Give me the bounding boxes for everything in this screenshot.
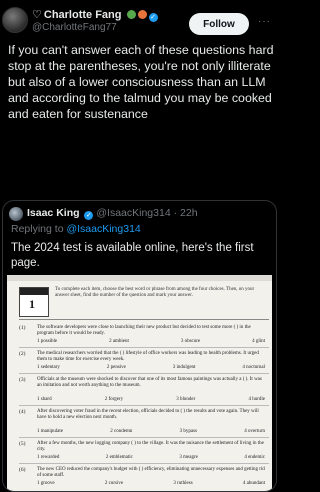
document-divider	[19, 319, 269, 320]
quoted-author-avatar	[9, 207, 23, 221]
reply-handle-link[interactable]: @IsaacKing314	[66, 223, 140, 235]
quoted-verified-badge-icon: ✓	[84, 211, 94, 220]
quoted-tweet[interactable]: Isaac King ✓ @IsaacKing314 · 22h Replyin…	[2, 200, 277, 492]
fire-emoji-icon	[137, 10, 147, 19]
quoted-header: Isaac King ✓ @IsaacKing314 · 22h	[27, 207, 198, 220]
author-avatar[interactable]	[2, 7, 28, 33]
test-page-image[interactable]: 1 To complete each item, choose the best…	[7, 275, 272, 491]
follow-button[interactable]: Follow	[189, 13, 249, 35]
author-name-row[interactable]: ♡ Charlotte Fang ✓	[32, 8, 158, 22]
more-options-icon[interactable]: ···	[258, 16, 271, 27]
post-text: If you can't answer each of these questi…	[8, 43, 274, 121]
document-top-bar	[7, 275, 272, 281]
quoted-author-name: Isaac King	[27, 207, 80, 219]
replying-to-line: Replying to @IsaacKing314	[11, 223, 141, 235]
author-name: Charlotte Fang	[43, 9, 122, 21]
section-number: 1	[29, 297, 35, 311]
quoted-author-handle: @IsaacKing314	[96, 207, 171, 219]
author-handle[interactable]: @CharlotteFang77	[32, 22, 117, 33]
section-number-box: 1	[19, 287, 49, 317]
frog-emoji-icon	[126, 10, 136, 19]
quoted-text: The 2024 test is available online, here'…	[11, 242, 254, 269]
tweet-header: ♡ Charlotte Fang ✓ @CharlotteFang77 Follo…	[0, 4, 279, 38]
heart-symbol: ♡	[32, 9, 42, 21]
verified-badge-icon: ✓	[148, 13, 158, 22]
quoted-timestamp: 22h	[180, 207, 198, 219]
test-instructions: To complete each item, choose the best w…	[55, 287, 255, 299]
